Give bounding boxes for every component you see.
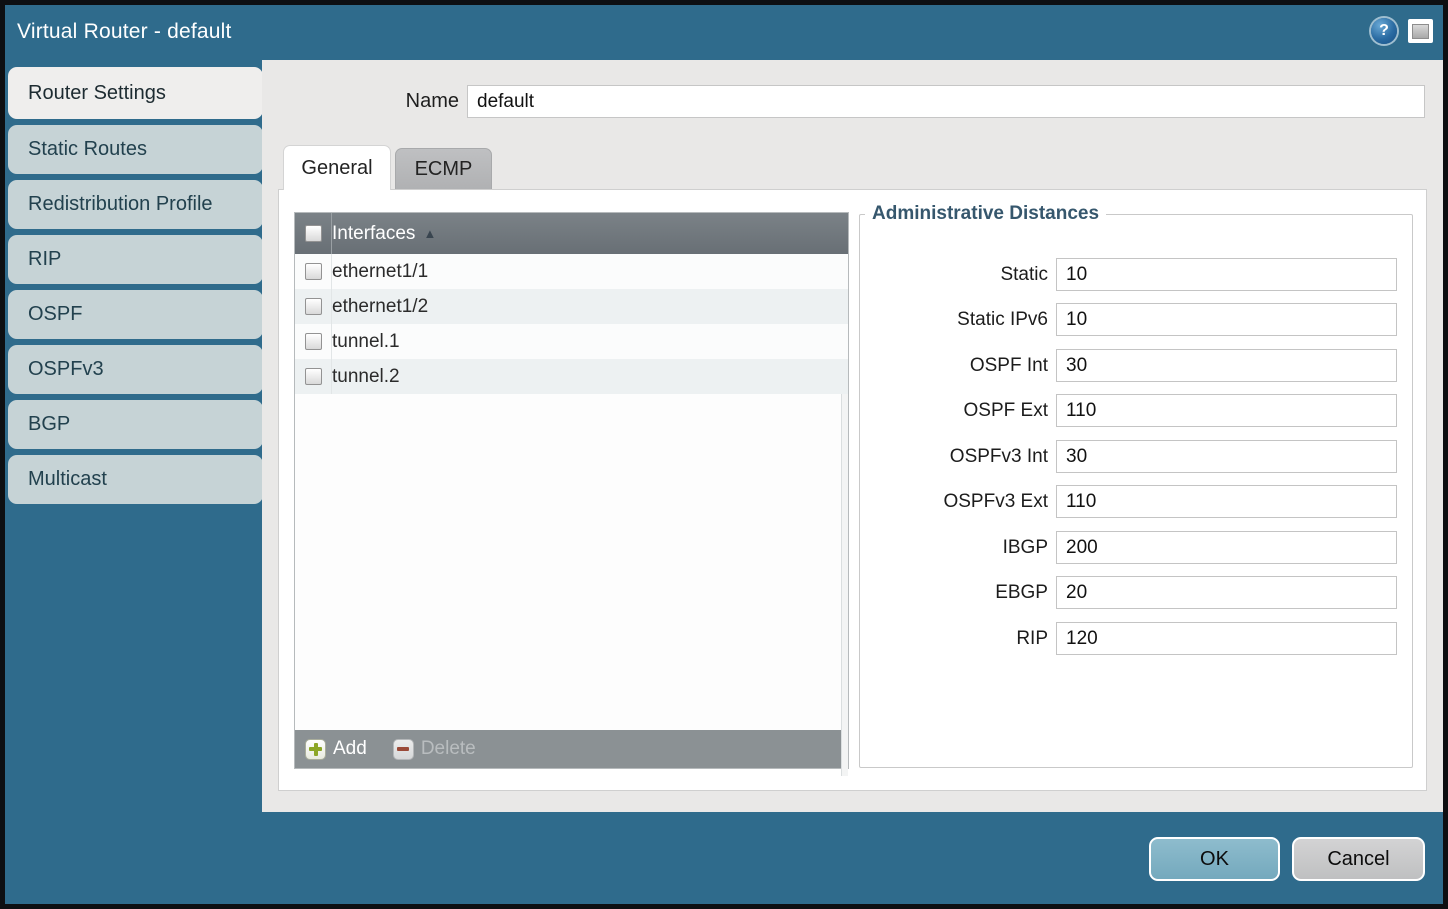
dialog-title: Virtual Router - default: [17, 20, 232, 44]
help-icon[interactable]: ?: [1371, 18, 1397, 44]
admin-distance-row: OSPF Int: [860, 349, 1412, 382]
ospf-ext-input[interactable]: [1056, 394, 1397, 427]
sidebar-item-label: Redistribution Profile: [28, 193, 213, 216]
add-button-label: Add: [333, 738, 367, 760]
row-checkbox[interactable]: [305, 368, 322, 385]
static-label: Static: [860, 258, 1048, 291]
name-input[interactable]: [467, 85, 1425, 118]
sidebar-item-rip[interactable]: RIP: [8, 235, 263, 284]
interfaces-table: Interfaces ▲ ethernet1/1 ethernet1/2 tun…: [294, 212, 849, 769]
delete-button[interactable]: Delete: [393, 738, 476, 760]
static-input[interactable]: [1056, 258, 1397, 291]
title-bar: Virtual Router - default ?: [5, 5, 1443, 60]
sidebar-item-label: Multicast: [28, 468, 107, 491]
row-checkbox[interactable]: [305, 263, 322, 280]
ospf-int-label: OSPF Int: [860, 349, 1048, 382]
interface-name: ethernet1/2: [332, 296, 428, 318]
static-ipv6-input[interactable]: [1056, 303, 1397, 336]
add-button[interactable]: Add: [305, 738, 367, 760]
tab-label: General: [301, 157, 372, 180]
cancel-button[interactable]: Cancel: [1292, 837, 1425, 881]
sidebar-item-redistribution-profile[interactable]: Redistribution Profile: [8, 180, 263, 229]
ospfv3-int-input[interactable]: [1056, 440, 1397, 473]
cancel-button-label: Cancel: [1327, 848, 1389, 871]
sidebar-item-label: Router Settings: [28, 82, 166, 105]
maximize-icon[interactable]: [1408, 19, 1433, 43]
interface-name: ethernet1/1: [332, 261, 428, 283]
ok-button-label: OK: [1200, 848, 1229, 871]
admin-distance-row: EBGP: [860, 576, 1412, 609]
static-ipv6-label: Static IPv6: [860, 303, 1048, 336]
admin-distance-row: IBGP: [860, 531, 1412, 564]
sidebar-item-label: OSPFv3: [28, 358, 104, 381]
admin-distance-row: OSPFv3 Int: [860, 440, 1412, 473]
table-row[interactable]: tunnel.1: [295, 324, 848, 359]
sidebar-item-static-routes[interactable]: Static Routes: [8, 125, 263, 174]
table-scrollbar[interactable]: [841, 394, 848, 776]
tab-general[interactable]: General: [283, 145, 391, 190]
admin-distance-row: OSPF Ext: [860, 394, 1412, 427]
plus-icon: [305, 739, 326, 760]
interface-name: tunnel.1: [332, 331, 400, 353]
table-row[interactable]: tunnel.2: [295, 359, 848, 394]
interfaces-column-header[interactable]: Interfaces ▲: [295, 213, 848, 254]
ospf-int-input[interactable]: [1056, 349, 1397, 382]
interfaces-header-label: Interfaces: [332, 223, 415, 245]
sidebar-item-bgp[interactable]: BGP: [8, 400, 263, 449]
ospfv3-ext-input[interactable]: [1056, 485, 1397, 518]
sidebar-item-ospfv3[interactable]: OSPFv3: [8, 345, 263, 394]
admin-distance-row: Static: [860, 258, 1412, 291]
ok-button[interactable]: OK: [1149, 837, 1280, 881]
admin-distance-row: RIP: [860, 622, 1412, 655]
ospfv3-int-label: OSPFv3 Int: [860, 440, 1048, 473]
administrative-distances-title: Administrative Distances: [865, 203, 1106, 225]
ebgp-label: EBGP: [860, 576, 1048, 609]
general-tab-panel: Interfaces ▲ ethernet1/1 ethernet1/2 tun…: [278, 189, 1427, 791]
table-row[interactable]: ethernet1/2: [295, 289, 848, 324]
virtual-router-dialog: Virtual Router - default ? Router Settin…: [5, 5, 1443, 904]
sidebar-item-label: Static Routes: [28, 138, 147, 161]
ibgp-input[interactable]: [1056, 531, 1397, 564]
row-checkbox[interactable]: [305, 298, 322, 315]
tab-label: ECMP: [415, 158, 473, 181]
sidebar-item-label: RIP: [28, 248, 61, 271]
tab-ecmp[interactable]: ECMP: [395, 148, 492, 189]
admin-distance-row: Static IPv6: [860, 303, 1412, 336]
table-empty-area: [295, 394, 848, 730]
sidebar-item-label: OSPF: [28, 303, 82, 326]
sidebar-item-ospf[interactable]: OSPF: [8, 290, 263, 339]
ebgp-input[interactable]: [1056, 576, 1397, 609]
select-all-checkbox[interactable]: [305, 225, 322, 242]
table-row[interactable]: ethernet1/1: [295, 254, 848, 289]
sidebar-item-router-settings[interactable]: Router Settings: [8, 67, 263, 119]
ospfv3-ext-label: OSPFv3 Ext: [860, 485, 1048, 518]
minus-icon: [393, 739, 414, 760]
interface-name: tunnel.2: [332, 366, 400, 388]
delete-button-label: Delete: [421, 738, 476, 760]
rip-input[interactable]: [1056, 622, 1397, 655]
help-icon-glyph: ?: [1379, 22, 1389, 40]
ospf-ext-label: OSPF Ext: [860, 394, 1048, 427]
admin-distance-row: OSPFv3 Ext: [860, 485, 1412, 518]
sort-ascending-icon: ▲: [423, 226, 436, 241]
router-settings-panel: Name General ECMP Interfaces ▲ ethernet1…: [262, 60, 1443, 812]
sidebar-item-label: BGP: [28, 413, 70, 436]
sidebar: Router Settings Static Routes Redistribu…: [8, 67, 263, 510]
ibgp-label: IBGP: [860, 531, 1048, 564]
sidebar-item-multicast[interactable]: Multicast: [8, 455, 263, 504]
maximize-icon-inner: [1412, 24, 1429, 39]
name-field-label: Name: [262, 90, 459, 113]
administrative-distances-group: Administrative Distances Static Static I…: [859, 203, 1413, 768]
rip-label: RIP: [860, 622, 1048, 655]
row-checkbox[interactable]: [305, 333, 322, 350]
table-footer: Add Delete: [295, 730, 848, 768]
